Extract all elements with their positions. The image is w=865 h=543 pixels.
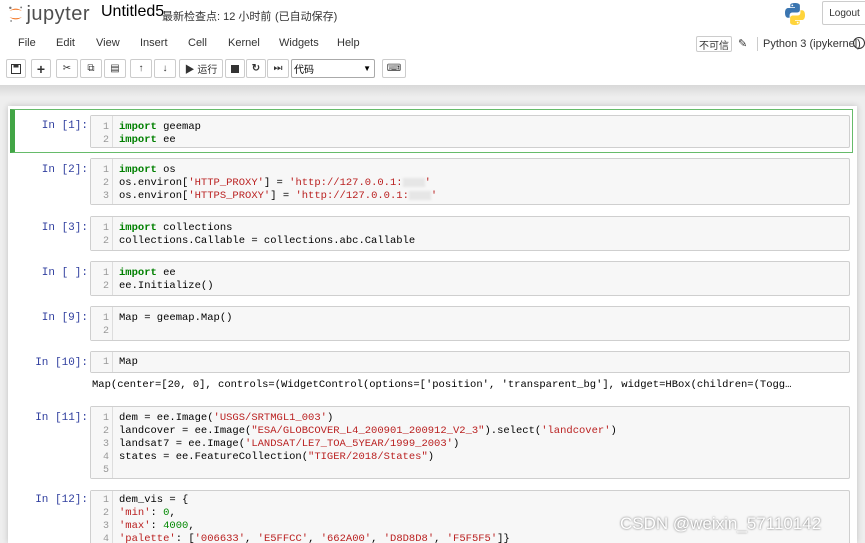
cut-button[interactable]: ✂ [56, 59, 78, 78]
kernel-idle-icon [853, 37, 865, 49]
menubar: File Edit View Insert Cell Kernel Widget… [0, 33, 865, 55]
copy-icon: ⧉ [87, 63, 95, 74]
run-button[interactable]: ▶ 运行 [179, 59, 223, 78]
toolbar: + ✂ ⧉ ▤ ↑ ↓ ▶ 运行 ↻ ⏭ 代码 ▼ ⌨ [0, 58, 865, 82]
stop-icon [231, 64, 239, 73]
restart-button[interactable]: ↻ [246, 59, 266, 78]
arrow-down-icon: ↓ [162, 63, 168, 74]
move-up-button[interactable]: ↑ [130, 59, 152, 78]
checkpoint-status: 最新检查点: 12 小时前 [162, 11, 272, 23]
cell-prompt: In [12]: [35, 494, 88, 506]
pencil-icon[interactable]: ✎ [738, 37, 752, 51]
paste-button[interactable]: ▤ [104, 59, 126, 78]
code-editor[interactable]: 1 import collections 2 collections.Callabl… [90, 216, 850, 251]
cell-prompt: In [3]: [41, 222, 88, 234]
menu-kernel[interactable]: Kernel [228, 37, 260, 49]
code-cell-1[interactable]: In [1]: 1 import geemap 2 import ee [10, 109, 853, 153]
menu-widgets[interactable]: Widgets [279, 37, 319, 49]
restart-run-all-button[interactable]: ⏭ [267, 59, 289, 78]
cell-type-select[interactable]: 代码 ▼ [291, 59, 375, 78]
command-palette-button[interactable]: ⌨ [382, 59, 406, 78]
menu-insert[interactable]: Insert [140, 37, 168, 49]
fast-forward-icon: ⏭ [273, 63, 283, 74]
cell-prompt: In [11]: [35, 412, 88, 424]
code-cell-3[interactable]: In [3]: 1 import collections 2 collections… [10, 214, 853, 254]
kernel-name[interactable]: Python 3 (ipykernel) [763, 38, 861, 50]
python-logo-icon [785, 3, 805, 25]
header-shadow [0, 85, 865, 97]
copy-button[interactable]: ⧉ [80, 59, 102, 78]
cell-output: Map(center=[20, 0], controls=(WidgetCont… [92, 379, 792, 391]
menu-cell[interactable]: Cell [188, 37, 207, 49]
redacted-port [408, 190, 431, 200]
not-trusted-badge[interactable]: 不可信 [696, 36, 732, 52]
jupyter-logo-icon [9, 6, 23, 22]
menu-edit[interactable]: Edit [56, 37, 75, 49]
keyboard-icon: ⌨ [386, 63, 402, 74]
code-editor[interactable]: 1 Map = geemap.Map() 2 [90, 306, 850, 341]
code-editor[interactable]: 1 import os 2 os.environ['HTTP_PROXY'] = '… [90, 158, 850, 205]
cell-prompt: In [10]: [35, 357, 88, 369]
chevron-down-icon: ▼ [363, 64, 371, 73]
code-editor[interactable]: 1 Map [90, 351, 850, 373]
save-button[interactable] [6, 59, 26, 78]
logout-button[interactable]: Logout [822, 1, 865, 25]
plus-icon: + [36, 60, 46, 77]
menu-help[interactable]: Help [337, 37, 360, 49]
redacted-port [402, 177, 425, 187]
cell-prompt: In [9]: [41, 312, 88, 324]
code-cell-7[interactable]: In [11]: 1 dem = ee.Image('USGS/SRTMGL1_0… [10, 404, 853, 480]
insert-cell-button[interactable]: + [31, 59, 51, 78]
scissors-icon: ✂ [62, 63, 72, 74]
jupyter-logo[interactable]: jupyter [8, 2, 90, 26]
code-cell-4[interactable]: In [ ]: 1 import ee 2 ee.Initialize() [10, 259, 853, 299]
code-cell-6[interactable]: In [10]: 1 Map Map(center=[20, 0], contro… [10, 349, 853, 401]
autosave-status: (已自动保存) [275, 11, 338, 23]
arrow-up-icon: ↑ [138, 63, 144, 74]
code-cell-5[interactable]: In [9]: 1 Map = geemap.Map() 2 [10, 304, 853, 344]
menu-file[interactable]: File [18, 37, 36, 49]
logo-text: jupyter [26, 2, 90, 25]
notebook-header: jupyter Untitled5 最新检查点: 12 小时前 (已自动保存) … [0, 0, 865, 86]
cell-prompt: In [1]: [41, 120, 88, 132]
cell-type-value: 代码 [294, 65, 314, 76]
interrupt-button[interactable] [225, 59, 245, 78]
cell-prompt: In [ ]: [41, 267, 88, 279]
kernel-separator [757, 37, 758, 51]
code-cell-2[interactable]: In [2]: 1 import os 2 os.environ['HTTP_PRO… [10, 156, 853, 208]
code-editor[interactable]: 1 dem = ee.Image('USGS/SRTMGL1_003') 2 lan… [90, 406, 850, 479]
save-icon [11, 63, 21, 74]
notebook-container: In [1]: 1 import geemap 2 import ee In [2]… [8, 106, 857, 543]
watermark: CSDN @weixin_57110142 [620, 514, 822, 533]
cell-prompt: In [2]: [41, 164, 88, 176]
code-editor[interactable]: 1 import ee 2 ee.Initialize() [90, 261, 850, 296]
paste-icon: ▤ [110, 63, 120, 74]
restart-icon: ↻ [251, 63, 261, 74]
code-editor[interactable]: 1 import geemap 2 import ee [90, 115, 850, 148]
notebook-title[interactable]: Untitled5 [101, 3, 164, 21]
menu-view[interactable]: View [96, 37, 120, 49]
move-down-button[interactable]: ↓ [154, 59, 176, 78]
